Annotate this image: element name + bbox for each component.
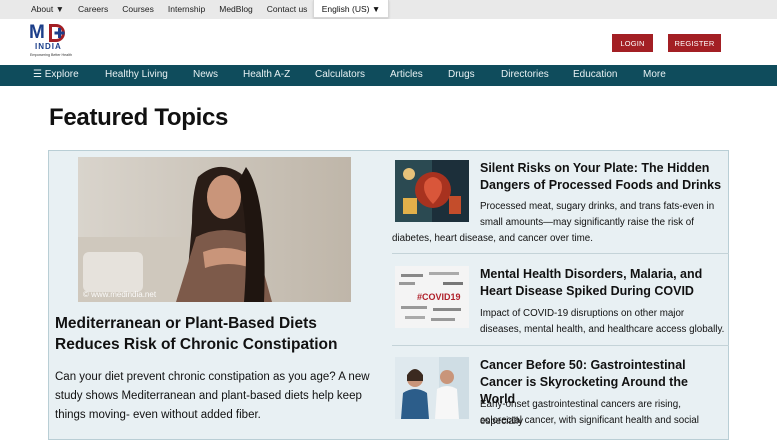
covid-word-cloud-icon: #COVID19 (395, 266, 469, 328)
woman-stomach-pain-image-icon: © www.medindia.net (78, 157, 351, 302)
side-article-2-thumb-text: #COVID19 (417, 292, 461, 302)
side-article-1[interactable]: Silent Risks on Your Plate: The Hidden D… (392, 160, 729, 254)
side-article-2-title[interactable]: Mental Health Disorders, Malaria, and He… (480, 266, 725, 300)
medindia-logo-icon: M INDIA Empowering Better Health (29, 22, 72, 57)
register-button[interactable]: REGISTER (668, 34, 721, 52)
top-link-careers[interactable]: Careers (78, 4, 108, 14)
top-utility-bar: About ▼ Careers Courses Internship MedBl… (0, 0, 777, 19)
side-article-2[interactable]: #COVID19 Mental Health Disorders, Malari… (392, 266, 729, 346)
nav-item-news[interactable]: News (193, 69, 218, 80)
svg-text:INDIA: INDIA (35, 42, 62, 51)
site-header (0, 19, 777, 65)
nav-item-more[interactable]: More (643, 69, 666, 80)
nav-item-explore[interactable]: ☰ Explore (33, 69, 79, 80)
login-button[interactable]: LOGIN (612, 34, 653, 52)
nav-item-articles[interactable]: Articles (390, 69, 423, 80)
side-article-1-thumbnail[interactable] (395, 160, 469, 222)
featured-article-description: Can your diet prevent chronic constipati… (55, 371, 370, 421)
top-link-medblog[interactable]: MedBlog (219, 4, 253, 14)
side-article-3-thumbnail[interactable] (395, 357, 469, 419)
nav-item-calculators[interactable]: Calculators (315, 69, 365, 80)
side-article-3[interactable]: Cancer Before 50: Gastrointestinal Cance… (392, 357, 729, 427)
featured-article-title[interactable]: Mediterranean or Plant-Based Diets Reduc… (55, 313, 375, 355)
main-nav: ☰ Explore Healthy Living News Health A-Z… (0, 65, 777, 86)
side-article-3-desc-line2: colorectal cancer, with significant heal… (480, 415, 699, 426)
top-link-about[interactable]: About ▼ (31, 4, 64, 14)
svg-text:Empowering Better Health: Empowering Better Health (30, 53, 72, 57)
side-divider-1 (392, 253, 729, 254)
nav-item-health-a-z[interactable]: Health A-Z (243, 69, 290, 80)
side-article-1-desc-line2: small amounts—may significantly raise th… (480, 217, 694, 228)
processed-food-image-icon (395, 160, 469, 222)
page-title: Featured Topics (49, 104, 229, 131)
featured-image-caption: © www.medindia.net (83, 290, 157, 299)
side-article-2-desc-line1: Impact of COVID-19 disruptions on other … (480, 308, 685, 319)
side-article-1-desc-line1: Processed meat, sugary drinks, and trans… (480, 201, 715, 212)
side-article-2-desc-line2: diseases, mental health, and healthcare … (480, 324, 725, 335)
svg-text:M: M (29, 22, 45, 43)
nav-item-healthy-living[interactable]: Healthy Living (105, 69, 168, 80)
featured-article-image[interactable]: © www.medindia.net (78, 157, 351, 302)
side-article-1-desc-line3: diabetes, heart disease, and cancer over… (392, 233, 593, 244)
side-article-1-title[interactable]: Silent Risks on Your Plate: The Hidden D… (480, 160, 725, 194)
nav-item-drugs[interactable]: Drugs (448, 69, 475, 80)
language-selector[interactable]: English (US) ▼ (313, 0, 389, 18)
top-link-courses[interactable]: Courses (122, 4, 154, 14)
site-logo[interactable]: M INDIA Empowering Better Health (29, 22, 75, 58)
nav-item-education[interactable]: Education (573, 69, 617, 80)
top-links: About ▼ Careers Courses Internship MedBl… (31, 4, 321, 14)
top-link-contact[interactable]: Contact us (267, 4, 308, 14)
side-article-2-thumbnail[interactable]: #COVID19 (395, 266, 469, 328)
top-link-internship[interactable]: Internship (168, 4, 205, 14)
side-divider-2 (392, 345, 729, 346)
doctor-patient-image-icon (395, 357, 469, 419)
nav-item-directories[interactable]: Directories (501, 69, 549, 80)
